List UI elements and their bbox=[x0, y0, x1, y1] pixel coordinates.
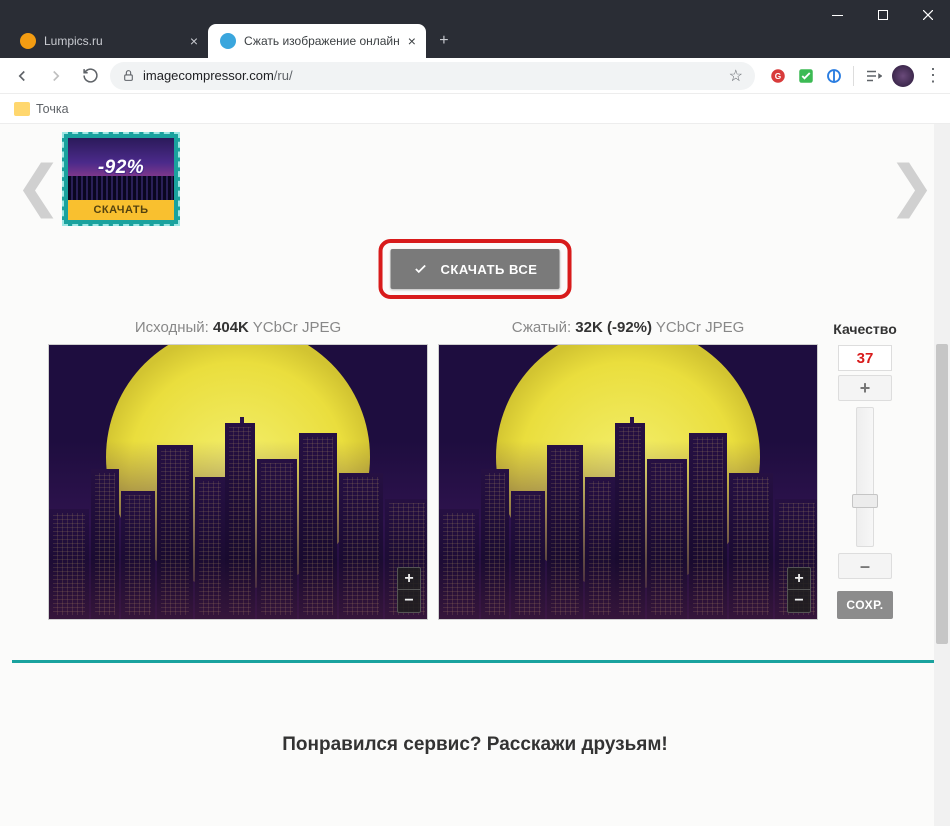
quality-sidebar: Качество 37 + – СОХР. bbox=[828, 319, 902, 620]
browser-tab-active[interactable]: Сжать изображение онлайн × bbox=[208, 24, 426, 58]
browser-menu-button[interactable]: ⋮ bbox=[924, 67, 942, 85]
quality-increase-button[interactable]: + bbox=[838, 375, 892, 401]
media-control-icon[interactable] bbox=[864, 67, 882, 85]
result-thumbnail-card[interactable]: -92% СКАЧАТЬ bbox=[62, 132, 180, 226]
carousel-next-button[interactable]: ❯ bbox=[888, 154, 935, 219]
original-header: Исходный: 404K YCbCr JPEG bbox=[48, 319, 428, 336]
url-input[interactable]: imagecompressor.com/ru/ ☆ bbox=[110, 62, 755, 90]
nav-reload-button[interactable] bbox=[76, 62, 104, 90]
star-icon[interactable]: ☆ bbox=[729, 66, 743, 86]
tab-title: Lumpics.ru bbox=[44, 34, 182, 48]
extension-icon[interactable]: G bbox=[769, 67, 787, 85]
new-tab-button[interactable]: + bbox=[430, 27, 458, 55]
page-content: ❮ ❯ -92% СКАЧАТЬ СКАЧАТЬ ВСЕ Исходный: 4… bbox=[0, 124, 950, 826]
browser-tab-inactive[interactable]: Lumpics.ru × bbox=[8, 24, 208, 58]
window-minimize-button[interactable] bbox=[815, 0, 860, 30]
zoom-controls: + − bbox=[787, 567, 811, 613]
vertical-scrollbar[interactable] bbox=[934, 124, 950, 826]
nav-forward-button[interactable] bbox=[42, 62, 70, 90]
quality-decrease-button[interactable]: – bbox=[838, 553, 892, 579]
original-image-panel[interactable]: + − bbox=[48, 344, 428, 620]
nav-back-button[interactable] bbox=[8, 62, 36, 90]
bookmarks-bar: Точка bbox=[0, 94, 950, 124]
folder-icon bbox=[14, 102, 30, 116]
url-host: imagecompressor.com bbox=[143, 68, 274, 83]
extension-icon[interactable] bbox=[797, 67, 815, 85]
compressed-image-panel[interactable]: + − bbox=[438, 344, 818, 620]
profile-avatar[interactable] bbox=[892, 65, 914, 87]
window-maximize-button[interactable] bbox=[860, 0, 905, 30]
zoom-out-button[interactable]: − bbox=[788, 590, 810, 612]
thumbnail-download-button[interactable]: СКАЧАТЬ bbox=[68, 200, 174, 220]
quality-label: Качество bbox=[833, 321, 897, 337]
svg-text:G: G bbox=[775, 72, 781, 81]
quality-value[interactable]: 37 bbox=[838, 345, 892, 371]
scrollbar-thumb[interactable] bbox=[936, 344, 948, 644]
zoom-controls: + − bbox=[397, 567, 421, 613]
compression-badge: -92% bbox=[98, 157, 144, 179]
highlight-annotation: СКАЧАТЬ ВСЕ bbox=[379, 239, 572, 299]
carousel-prev-button[interactable]: ❮ bbox=[15, 154, 62, 219]
close-icon[interactable]: × bbox=[190, 33, 198, 49]
zoom-out-button[interactable]: − bbox=[398, 590, 420, 612]
tab-title: Сжать изображение онлайн bbox=[244, 34, 400, 48]
favicon-icon bbox=[220, 33, 236, 49]
address-bar: imagecompressor.com/ru/ ☆ G ⋮ bbox=[0, 58, 950, 94]
lock-icon bbox=[122, 69, 135, 82]
quality-slider[interactable] bbox=[856, 407, 874, 547]
thumbnail-image: -92% bbox=[68, 138, 174, 200]
extension-icon[interactable] bbox=[825, 67, 843, 85]
close-icon[interactable]: × bbox=[408, 33, 416, 49]
url-path: /ru/ bbox=[274, 68, 293, 83]
check-icon bbox=[413, 261, 429, 277]
download-all-label: СКАЧАТЬ ВСЕ bbox=[441, 262, 538, 277]
slider-knob[interactable] bbox=[852, 494, 878, 508]
download-all-button[interactable]: СКАЧАТЬ ВСЕ bbox=[391, 249, 560, 289]
save-button[interactable]: СОХР. bbox=[837, 591, 893, 619]
window-close-button[interactable] bbox=[905, 0, 950, 30]
window-titlebar: Lumpics.ru × Сжать изображение онлайн × … bbox=[0, 0, 950, 58]
divider bbox=[12, 660, 938, 663]
share-heading: Понравился сервис? Расскажи друзьям! bbox=[0, 734, 950, 756]
bookmark-item[interactable]: Точка bbox=[36, 102, 69, 116]
zoom-in-button[interactable]: + bbox=[788, 568, 810, 590]
zoom-in-button[interactable]: + bbox=[398, 568, 420, 590]
compressed-header: Сжатый: 32K (-92%) YCbCr JPEG bbox=[438, 319, 818, 336]
favicon-icon bbox=[20, 33, 36, 49]
